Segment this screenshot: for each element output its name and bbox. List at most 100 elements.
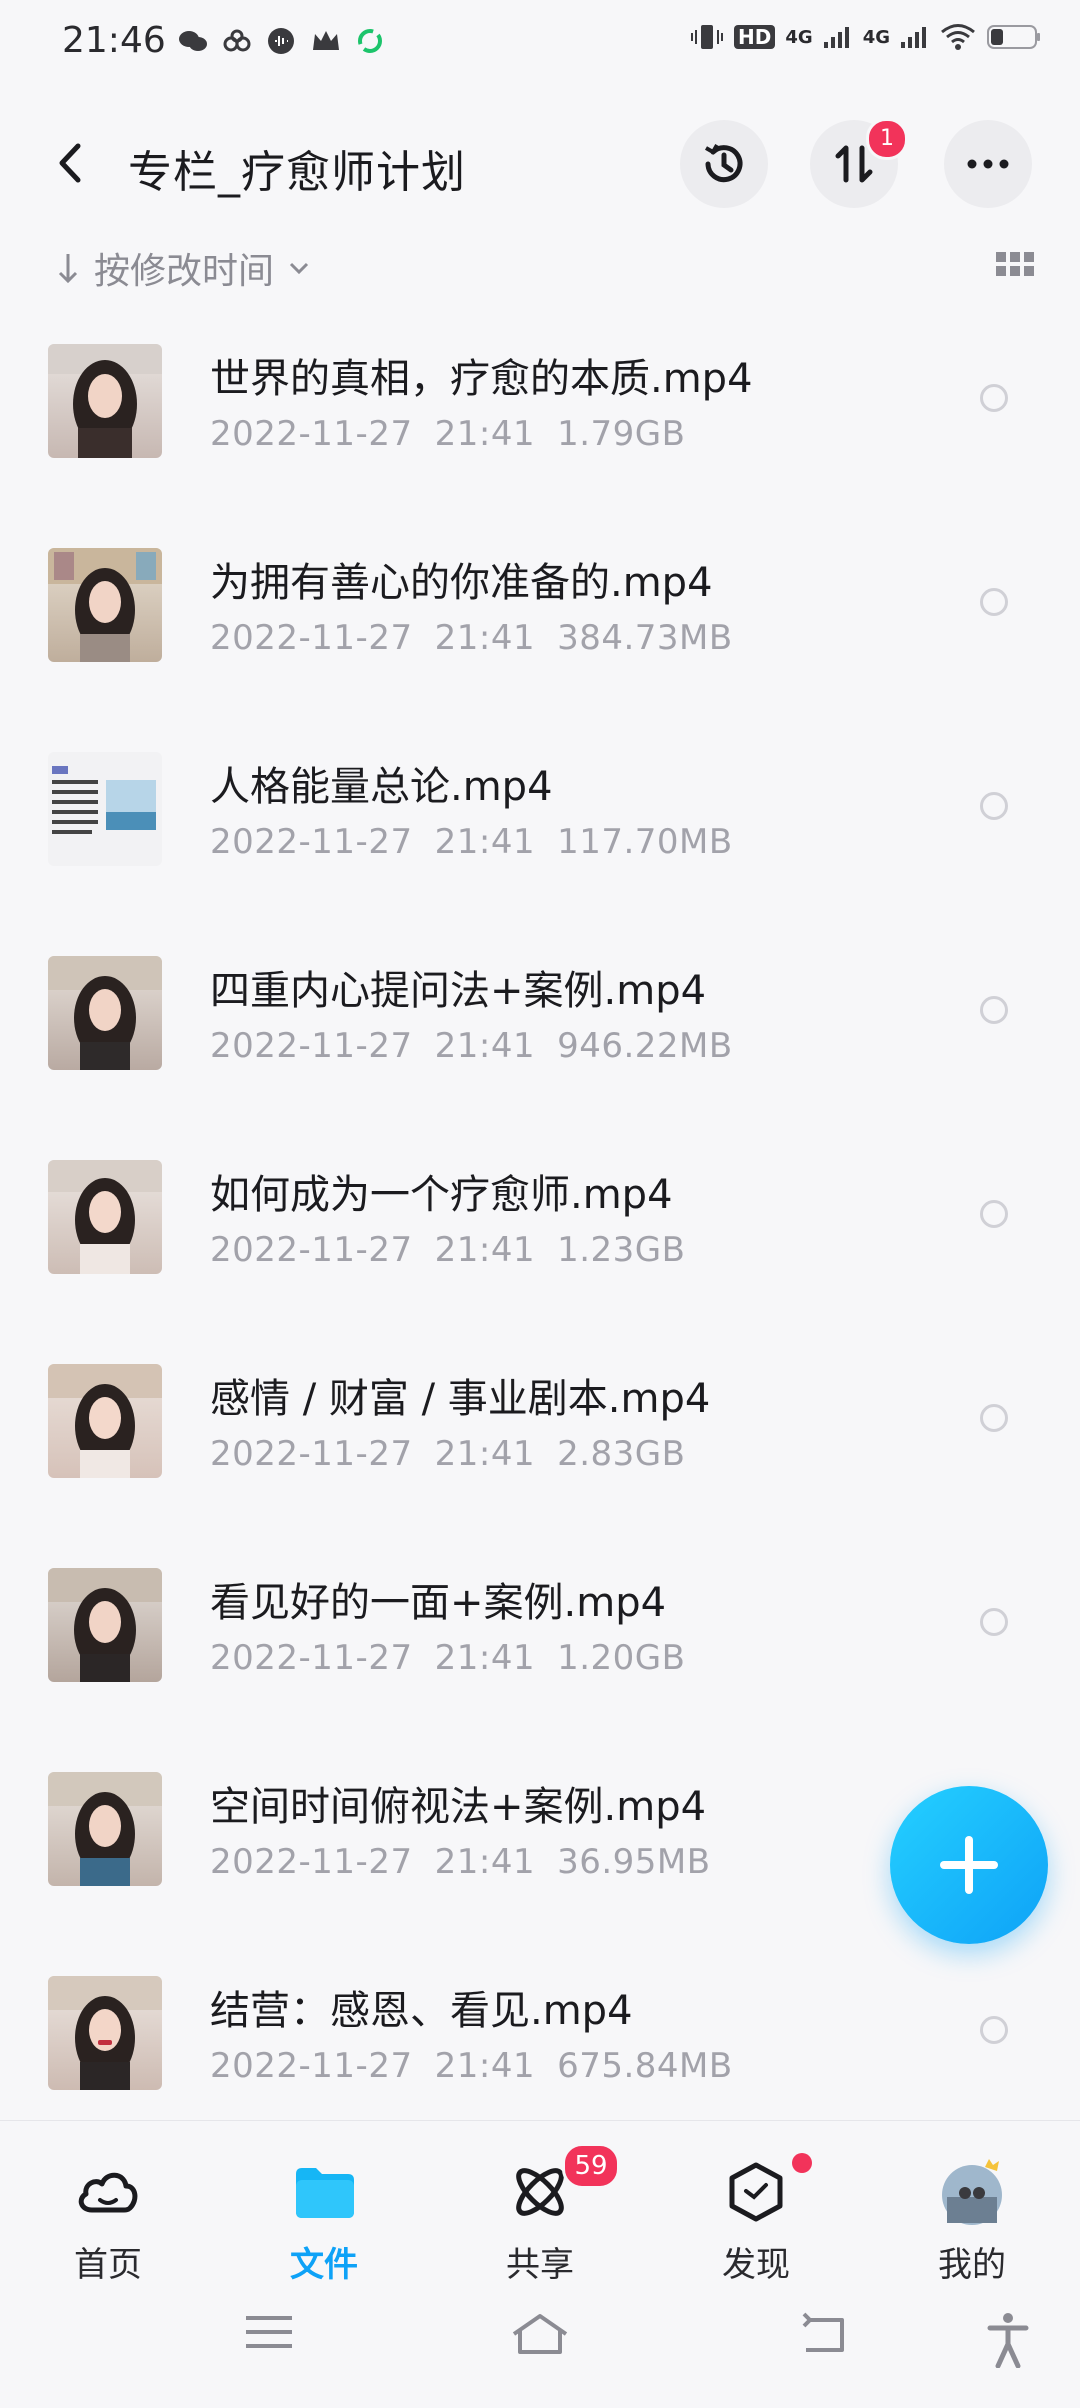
file-date: 2022-11-27	[210, 1434, 413, 1474]
file-meta: 2022-11-27 21:41 946.22MB	[210, 1026, 755, 1066]
select-radio[interactable]	[980, 588, 1008, 616]
video-thumbnail	[48, 1568, 162, 1682]
file-meta: 2022-11-27 21:41 1.20GB	[210, 1638, 707, 1678]
discover-cube-icon	[729, 2162, 783, 2222]
signal-icon-2	[901, 27, 926, 48]
file-size: 1.20GB	[557, 1638, 686, 1678]
select-radio[interactable]	[980, 1404, 1008, 1432]
video-thumbnail	[48, 1160, 162, 1274]
tab-mine-label: 我的	[938, 2245, 1006, 2285]
vibrate-icon	[691, 25, 724, 49]
sync-app-icon	[358, 29, 382, 53]
tab-files-label: 文件	[290, 2245, 358, 2285]
file-date: 2022-11-27	[210, 1842, 413, 1882]
select-radio[interactable]	[980, 2016, 1008, 2044]
file-date: 2022-11-27	[210, 1230, 413, 1270]
file-size: 36.95MB	[557, 1842, 711, 1882]
file-size: 1.23GB	[557, 1230, 686, 1270]
add-button[interactable]	[890, 1786, 1048, 1944]
select-radio[interactable]	[980, 996, 1008, 1024]
file-date: 2022-11-27	[210, 1638, 413, 1678]
network-type-1: 4G	[785, 26, 813, 48]
video-thumbnail	[48, 1772, 162, 1886]
file-row[interactable]: 世界的真相，疗愈的本质.mp4 2022-11-27 21:41 1.79GB	[0, 334, 1080, 538]
hd-badge: HD	[734, 25, 776, 49]
wechat-icon	[179, 31, 207, 51]
file-size: 675.84MB	[557, 2046, 733, 2086]
file-size: 946.22MB	[557, 1026, 733, 1066]
video-thumbnail	[48, 956, 162, 1070]
file-name: 看见好的一面+案例.mp4	[210, 1580, 667, 1626]
crown-icon	[313, 31, 339, 50]
file-meta: 2022-11-27 21:41 117.70MB	[210, 822, 755, 862]
file-time: 21:41	[434, 822, 536, 862]
menu-icon[interactable]	[244, 2312, 294, 2352]
file-meta: 2022-11-27 21:41 1.79GB	[210, 414, 707, 454]
file-time: 21:41	[434, 1434, 536, 1474]
tab-files[interactable]: 文件	[254, 2157, 394, 2286]
file-date: 2022-11-27	[210, 618, 413, 658]
more-button[interactable]	[944, 120, 1032, 208]
file-name: 如何成为一个疗愈师.mp4	[210, 1172, 673, 1218]
tab-share-label: 共享	[506, 2245, 574, 2285]
select-radio[interactable]	[980, 1608, 1008, 1636]
file-time: 21:41	[434, 1230, 536, 1270]
file-time: 21:41	[434, 1638, 536, 1678]
tab-mine[interactable]: 我的	[902, 2157, 1042, 2286]
tab-discover[interactable]: 发现	[686, 2153, 826, 2286]
file-row[interactable]: 为拥有善心的你准备的.mp4 2022-11-27 21:41 384.73MB	[0, 538, 1080, 742]
avatar	[942, 2159, 1002, 2225]
file-meta: 2022-11-27 21:41 384.73MB	[210, 618, 755, 658]
tab-share[interactable]: 共享 59	[470, 2143, 620, 2286]
status-bar: 21:46 HD 4G 4G	[0, 0, 1080, 80]
battery-icon	[987, 25, 1040, 49]
file-name: 为拥有善心的你准备的.mp4	[210, 560, 713, 606]
video-thumbnail	[48, 1976, 162, 2090]
folder-icon	[296, 2168, 354, 2218]
file-row[interactable]: 人格能量总论.mp4 2022-11-27 21:41 117.70MB	[0, 742, 1080, 946]
select-radio[interactable]	[980, 792, 1008, 820]
bottom-tab-bar: 首页 文件 共享 59 发现 我的	[0, 2120, 1080, 2285]
file-size: 1.79GB	[557, 414, 686, 454]
tab-home[interactable]: 首页	[38, 2157, 178, 2286]
signal-icon-1	[823, 27, 849, 48]
status-notification-icons	[178, 26, 384, 56]
file-row[interactable]: 如何成为一个疗愈师.mp4 2022-11-27 21:41 1.23GB	[0, 1150, 1080, 1354]
file-row[interactable]: 四重内心提问法+案例.mp4 2022-11-27 21:41 946.22MB	[0, 946, 1080, 1150]
file-row[interactable]: 看见好的一面+案例.mp4 2022-11-27 21:41 1.20GB	[0, 1558, 1080, 1762]
file-time: 21:41	[434, 414, 536, 454]
file-name: 人格能量总论.mp4	[210, 764, 553, 810]
status-time: 21:46	[62, 20, 166, 61]
discover-dot	[792, 2153, 812, 2173]
select-radio[interactable]	[980, 384, 1008, 412]
tab-home-label: 首页	[74, 2245, 142, 2285]
accessibility-icon[interactable]	[986, 2312, 1030, 2368]
file-row[interactable]: 感情 / 财富 / 事业剧本.mp4 2022-11-27 21:41 2.83GB	[0, 1354, 1080, 1558]
tab-discover-label: 发现	[722, 2245, 790, 2285]
back-icon[interactable]	[50, 138, 90, 188]
file-name: 结营：感恩、看见.mp4	[210, 1988, 633, 2034]
select-radio[interactable]	[980, 1200, 1008, 1228]
file-date: 2022-11-27	[210, 1026, 413, 1066]
history-button[interactable]	[680, 120, 768, 208]
home-cloud-icon	[78, 2172, 138, 2213]
sort-arrow-icon	[58, 254, 78, 284]
file-name: 四重内心提问法+案例.mp4	[210, 968, 707, 1014]
transfer-badge: 1	[866, 118, 908, 160]
wifi-icon	[941, 24, 975, 50]
cloud-app-icon	[223, 29, 251, 52]
video-thumbnail	[48, 548, 162, 662]
transfer-button[interactable]: 1	[810, 118, 908, 208]
back-nav-icon[interactable]	[800, 2312, 850, 2356]
grid-view-icon[interactable]	[996, 250, 1036, 278]
network-type-2: 4G	[862, 26, 890, 48]
file-size: 117.70MB	[557, 822, 733, 862]
sort-dropdown[interactable]: 按修改时间	[56, 242, 310, 294]
file-meta: 2022-11-27 21:41 2.83GB	[210, 1434, 707, 1474]
sort-bar: 按修改时间	[0, 236, 1080, 296]
file-meta: 2022-11-27 21:41 1.23GB	[210, 1230, 707, 1270]
video-thumbnail	[48, 344, 162, 458]
file-time: 21:41	[434, 1026, 536, 1066]
file-name: 世界的真相，疗愈的本质.mp4	[210, 356, 753, 402]
home-icon[interactable]	[510, 2312, 570, 2356]
